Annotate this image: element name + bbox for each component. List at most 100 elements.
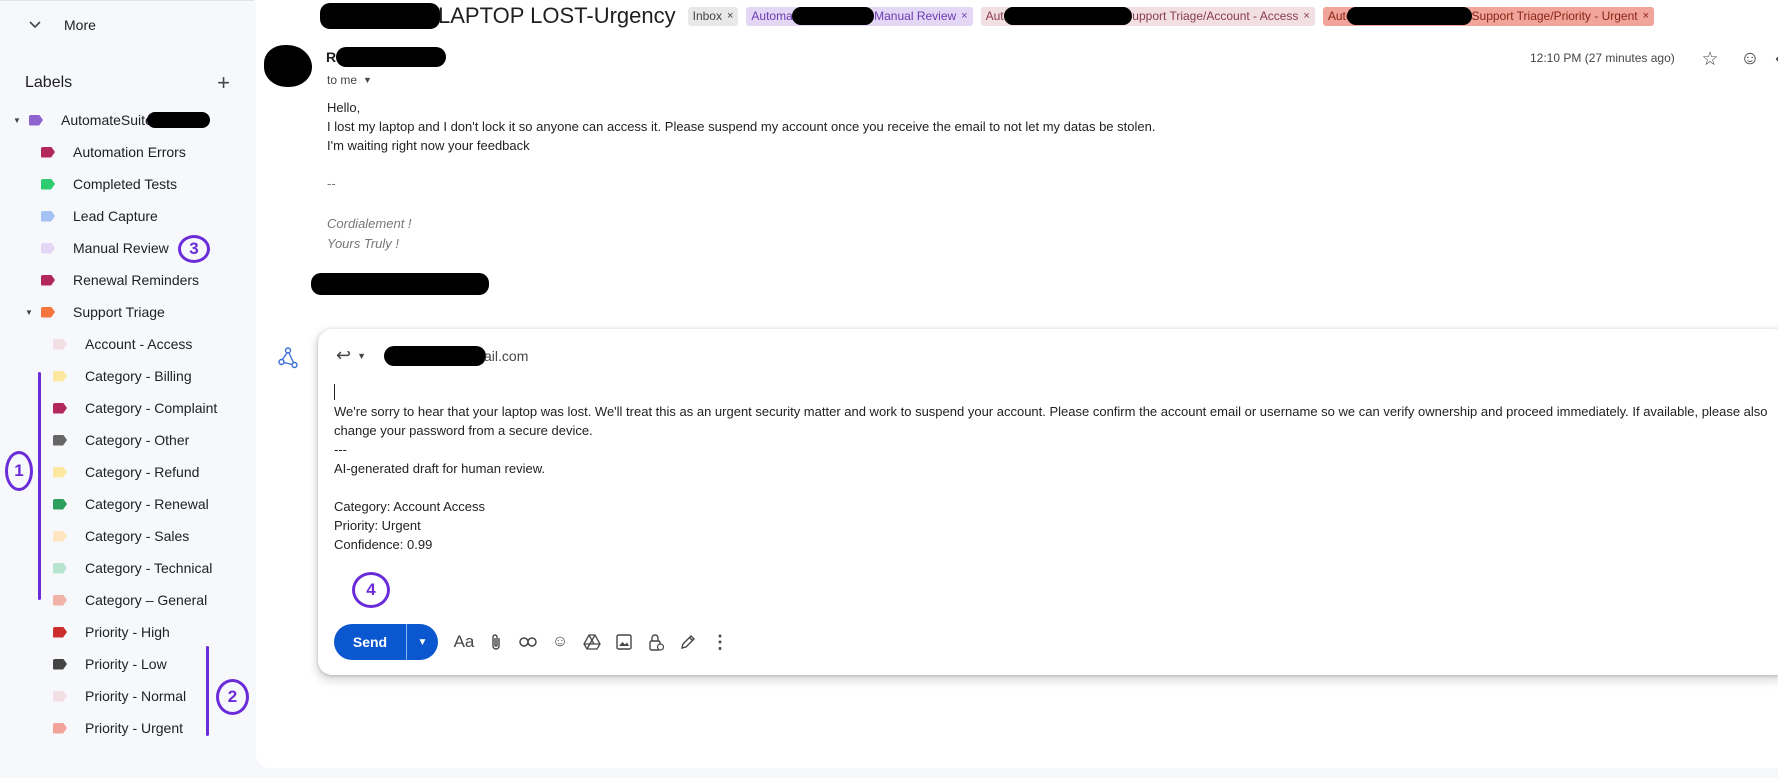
label-tag-icon	[41, 210, 55, 222]
redaction	[311, 273, 489, 295]
label-name: Category - Refund	[85, 464, 200, 480]
sidebar-item-category-general[interactable]: Category – General	[53, 588, 207, 612]
google-drive-icon[interactable]	[576, 626, 608, 658]
sidebar-item-category-refund[interactable]: Category - Refund	[53, 460, 199, 484]
avatar[interactable]	[264, 45, 312, 87]
expand-triangle-icon[interactable]: ▼	[25, 308, 35, 317]
sidebar-item-completed-tests[interactable]: Completed Tests	[41, 172, 177, 196]
email-signature: Cordialement ! Yours Truly !	[327, 214, 412, 254]
labels-header: Labels +	[25, 72, 230, 94]
more-options-icon[interactable]: ⋮	[704, 626, 736, 658]
label-name: Category - Renewal	[85, 496, 209, 512]
divider	[0, 0, 254, 1]
close-icon[interactable]: ×	[727, 10, 733, 22]
insert-photo-icon[interactable]	[608, 626, 640, 658]
send-options-button[interactable]: ▼	[406, 624, 438, 660]
recipient-email[interactable]: ail.com	[484, 348, 528, 364]
sidebar-item-support-triage[interactable]: ▼ Support Triage	[25, 300, 165, 324]
sidebar-item-priority-normal[interactable]: Priority - Normal	[53, 684, 186, 708]
sidebar-item-category-other[interactable]: Category - Other	[53, 428, 189, 452]
email-subject: LAPTOP LOST-Urgency	[438, 3, 676, 28]
sidebar-item-manual-review[interactable]: Manual Review	[41, 236, 169, 260]
chip-label: Manual Review	[874, 9, 957, 23]
sidebar-item-account-access[interactable]: Account - Access	[53, 332, 192, 356]
label-tag-icon	[53, 466, 67, 478]
label-tag-icon	[53, 498, 67, 510]
close-icon[interactable]: ×	[1643, 10, 1649, 22]
signature-separator: --	[327, 176, 336, 191]
label-tag-icon	[41, 178, 55, 190]
send-button[interactable]: Send	[334, 624, 406, 660]
more-button[interactable]: More	[28, 17, 96, 33]
sidebar-item-automatesuite[interactable]: ▼ AutomateSuite	[13, 108, 210, 132]
sidebar-item-renewal-reminders[interactable]: Renewal Reminders	[41, 268, 199, 292]
body-line: I lost my laptop and I don't lock it so …	[327, 119, 1156, 134]
add-label-icon[interactable]: +	[217, 72, 230, 94]
label-tag-icon	[53, 626, 67, 638]
sidebar-item-category-renewal[interactable]: Category - Renewal	[53, 492, 209, 516]
label-tag-icon	[53, 370, 67, 382]
caret-down-icon: ▼	[363, 75, 372, 85]
to-me-label: to me	[327, 73, 358, 87]
attach-file-icon[interactable]	[480, 626, 512, 658]
annotation-bracket-1	[38, 372, 41, 600]
share-nodes-icon[interactable]	[278, 347, 298, 369]
close-icon[interactable]: ×	[1303, 10, 1309, 22]
reply-type-icon[interactable]: ↩	[336, 345, 351, 366]
chip-label: upport Triage/Account - Access	[1132, 9, 1299, 23]
label-name: Renewal Reminders	[73, 272, 200, 288]
annotation-circle-3: 3	[178, 235, 210, 263]
sidebar-item-category-complaint[interactable]: Category - Complaint	[53, 396, 217, 420]
draft-ai-note: AI-generated draft for human review.	[334, 461, 546, 476]
label-name: Category - Sales	[85, 528, 190, 544]
star-icon[interactable]: ☆	[1699, 48, 1721, 70]
insert-link-icon[interactable]	[512, 626, 544, 658]
more-label: More	[64, 17, 96, 33]
label-chip-inbox: Inbox ×	[687, 6, 739, 26]
recipient-details[interactable]: to me ▼	[327, 73, 372, 87]
chevron-down-icon	[28, 18, 42, 32]
email-timestamp: 12:10 PM (27 minutes ago)	[1530, 51, 1675, 65]
insert-emoji-icon[interactable]: ☺	[544, 626, 576, 658]
emoji-reaction-icon[interactable]: ☺	[1739, 48, 1761, 70]
label-tag-icon	[53, 690, 67, 702]
sidebar-item-category-sales[interactable]: Category - Sales	[53, 524, 189, 548]
redaction	[320, 3, 440, 29]
label-tag-icon	[53, 434, 67, 446]
expand-triangle-icon[interactable]: ▼	[13, 116, 23, 125]
label-name: Priority - Urgent	[85, 720, 184, 736]
label-name: Support Triage	[73, 304, 165, 320]
sidebar-item-automation-errors[interactable]: Automation Errors	[41, 140, 186, 164]
label-name: Priority - High	[85, 624, 170, 640]
formatting-options-button[interactable]: Aa	[448, 626, 480, 658]
sidebar-item-category-billing[interactable]: Category - Billing	[53, 364, 192, 388]
label-name: Category - Complaint	[85, 400, 218, 416]
sidebar-item-priority-low[interactable]: Priority - Low	[53, 652, 167, 676]
redaction	[1346, 7, 1472, 25]
label-name: AutomateSuite	[61, 112, 153, 128]
caret-down-icon[interactable]: ▼	[357, 351, 366, 361]
label-tag-icon	[41, 146, 55, 158]
close-icon[interactable]: ×	[961, 10, 967, 22]
draft-priority: Priority: Urgent	[334, 518, 421, 533]
chip-label: Inbox	[692, 9, 722, 23]
signature-line: Yours Truly !	[327, 236, 400, 251]
sidebar: More Labels + ▼ AutomateSuite Automation…	[0, 0, 256, 778]
signature-pen-icon[interactable]	[672, 626, 704, 658]
sidebar-item-category-technical[interactable]: Category - Technical	[53, 556, 212, 580]
reply-body-editor[interactable]: We're sorry to hear that your laptop was…	[334, 402, 1774, 554]
reply-icon[interactable]: ↩	[1772, 48, 1778, 70]
label-name: Account - Access	[85, 336, 193, 352]
label-name: Automation Errors	[73, 144, 186, 160]
sidebar-item-priority-urgent[interactable]: Priority - Urgent	[53, 716, 183, 740]
label-chip-account-access: Auto upport Triage/Account - Access ×	[980, 6, 1315, 26]
label-chip-priority-urgent: Auto Support Triage/Priority - Urgent ×	[1322, 6, 1655, 26]
draft-confidence: Confidence: 0.99	[334, 537, 433, 552]
sidebar-item-lead-capture[interactable]: Lead Capture	[41, 204, 158, 228]
label-tag-icon	[41, 306, 55, 318]
confidential-mode-icon[interactable]	[640, 626, 672, 658]
label-tag-icon	[53, 530, 67, 542]
label-name: Category - Technical	[85, 560, 213, 576]
composer-toolbar: Send ▼ Aa ☺ ⋮	[334, 624, 736, 660]
sidebar-item-priority-high[interactable]: Priority - High	[53, 620, 170, 644]
